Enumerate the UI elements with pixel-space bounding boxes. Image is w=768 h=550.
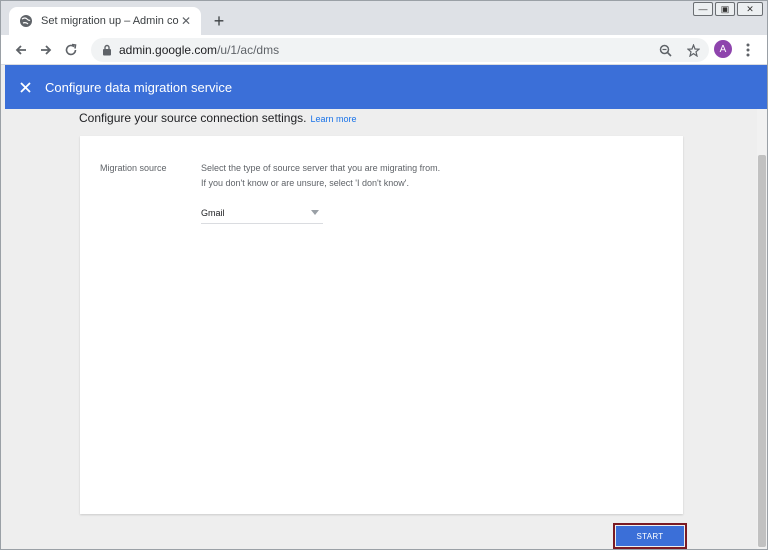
arrow-left-icon[interactable] [11,40,31,60]
restore-button[interactable]: ▣ [715,2,735,16]
reload-icon[interactable] [61,40,81,60]
migration-source-label: Migration source [100,163,167,173]
migration-source-value: Gmail [201,207,225,218]
start-button[interactable]: START [616,526,684,546]
section-heading-text: Configure your source connection setting… [79,111,307,125]
lock-icon [101,44,113,56]
section-heading: Configure your source connection setting… [79,111,357,125]
page-scrollbar[interactable] [757,109,767,549]
magnifier-icon[interactable] [657,42,673,58]
chevron-down-icon [311,210,319,215]
minimize-button[interactable]: — [693,2,713,16]
close-icon[interactable]: ✕ [179,14,193,28]
browser-toolbar: admin.google.com/u/1/ac/dms A [1,35,767,65]
scrollbar-thumb[interactable] [758,155,766,547]
globe-icon [19,14,33,28]
migration-source-select[interactable]: Gmail [201,202,323,224]
omnibox-actions [657,42,701,58]
url-path: /u/1/ac/dms [217,43,280,57]
three-dots-vertical-icon[interactable] [741,40,755,60]
settings-card: Migration source Select the type of sour… [80,136,683,514]
migration-source-description-2: If you don't know or are unsure, select … [201,178,409,188]
page-title: Configure data migration service [45,79,233,95]
browser-window: Set migration up – Admin consol ✕ + — ▣ … [0,0,768,550]
app-bar: Configure data migration service [5,65,767,109]
browser-tab[interactable]: Set migration up – Admin consol ✕ [9,7,201,35]
start-button-highlight: START [613,523,687,549]
migration-source-description-1: Select the type of source server that yo… [201,163,441,173]
tab-strip: Set migration up – Admin consol ✕ + — ▣ … [1,1,767,35]
address-bar[interactable]: admin.google.com/u/1/ac/dms [91,38,709,62]
plus-icon[interactable]: + [209,11,229,31]
avatar[interactable]: A [714,40,732,58]
close-icon[interactable] [17,79,33,95]
tab-title: Set migration up – Admin consol [41,15,179,27]
learn-more-link[interactable]: Learn more [310,114,356,124]
url-host: admin.google.com [119,43,218,57]
page-content: Configure data migration service Configu… [1,65,767,549]
window-close-button[interactable]: ✕ [737,2,763,16]
arrow-right-icon[interactable] [36,40,56,60]
star-icon[interactable] [685,42,701,58]
window-controls: — ▣ ✕ [693,2,763,18]
